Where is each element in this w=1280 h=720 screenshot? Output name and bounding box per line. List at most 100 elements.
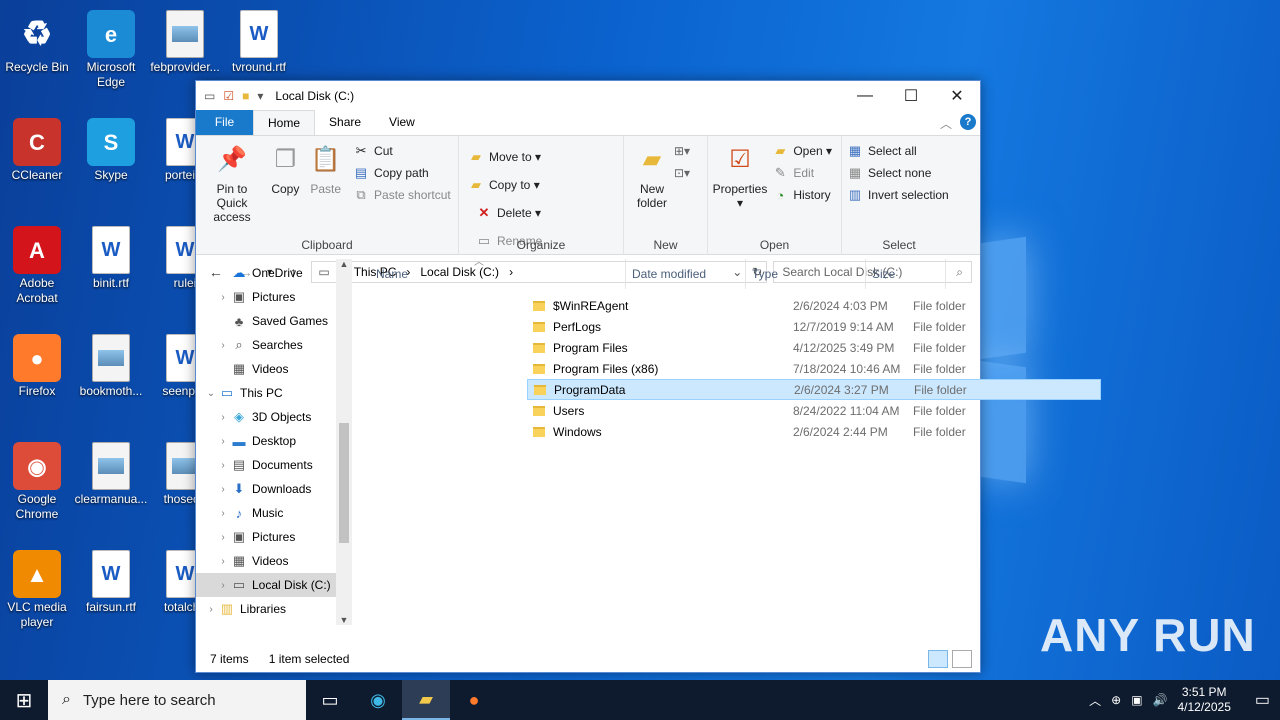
tab-file[interactable]: File — [196, 110, 253, 135]
desktop-icon-clearmanua[interactable]: clearmanua... — [74, 436, 148, 507]
easy-access-icon[interactable]: ⊡▾ — [674, 166, 690, 180]
collapsed-chevron-icon[interactable]: › — [216, 556, 230, 567]
nav-item-3d-objects[interactable]: › ◈ 3D Objects — [196, 405, 352, 429]
show-hidden-icons-icon[interactable]: ︿ — [1089, 692, 1101, 709]
collapsed-chevron-icon[interactable]: › — [216, 484, 230, 495]
nav-item-videos[interactable]: › ▦ Videos — [196, 549, 352, 573]
taskbar-search-input[interactable]: ⌕ Type here to search — [48, 680, 306, 720]
invert-selection-button[interactable]: ▥ Invert selection — [846, 184, 952, 206]
start-button[interactable]: ⊞ — [0, 680, 48, 720]
edit-button[interactable]: ✎ Edit — [771, 162, 832, 184]
desktop-icon-fairsun-rtf[interactable]: Wfairsun.rtf — [74, 544, 148, 615]
nav-item-desktop[interactable]: › ▬ Desktop — [196, 429, 352, 453]
new-folder-button[interactable]: ▰ New folder — [632, 140, 672, 211]
nav-item-onedrive[interactable]: ☁ OneDrive — [196, 261, 352, 285]
security-icon[interactable]: ⊕ — [1111, 693, 1121, 707]
desktop-icon-tvround-rtf[interactable]: Wtvround.rtf — [222, 4, 296, 75]
nav-item-videos[interactable]: ▦ Videos — [196, 357, 352, 381]
copy-button[interactable]: ❐ Copy — [267, 140, 303, 197]
help-icon[interactable]: ? — [960, 114, 976, 130]
open-button[interactable]: ▰ Open ▾ — [771, 140, 832, 162]
nav-item-documents[interactable]: › ▤ Documents — [196, 453, 352, 477]
clock[interactable]: 3:51 PM 4/12/2025 — [1177, 685, 1230, 715]
quick-access-dropdown-icon[interactable]: ▾ — [257, 89, 263, 103]
taskbar-file-explorer[interactable]: ▰ — [402, 680, 450, 720]
maximize-button[interactable]: ☐ — [888, 81, 934, 111]
select-all-button[interactable]: ▦ Select all — [846, 140, 952, 162]
desktop-icon-microsoft-edge[interactable]: e Microsoft Edge — [74, 4, 148, 90]
details-view-button[interactable] — [928, 650, 948, 668]
taskbar-edge[interactable]: ◉ — [354, 680, 402, 720]
desktop-icon-febprovider[interactable]: febprovider... — [148, 4, 222, 75]
tab-home[interactable]: Home — [253, 110, 316, 135]
large-icons-view-button[interactable] — [952, 650, 972, 668]
copy-path-button[interactable]: ▤ Copy path — [352, 162, 451, 184]
cut-button[interactable]: ✂ Cut — [352, 140, 451, 162]
collapsed-chevron-icon[interactable]: › — [216, 460, 230, 471]
tab-share[interactable]: Share — [315, 110, 375, 135]
nav-item-network[interactable]: ›⊞Network — [196, 621, 352, 627]
file-row[interactable]: ProgramData 2/6/2024 3:27 PM File folder — [527, 379, 1101, 400]
volume-icon[interactable]: 🔊 — [1153, 693, 1168, 707]
file-row[interactable]: Users 8/24/2022 11:04 AM File folder — [527, 400, 1101, 421]
file-row[interactable]: Program Files 4/12/2025 3:49 PM File folde… — [527, 337, 1101, 358]
move-to-button[interactable]: ▰ Move to ▾ — [467, 146, 541, 168]
nav-item-this-pc[interactable]: ⌄ ▭ This PC — [196, 381, 352, 405]
collapsed-chevron-icon[interactable]: › — [204, 604, 218, 615]
desktop-icon-binit-rtf[interactable]: Wbinit.rtf — [74, 220, 148, 291]
file-row[interactable]: $WinREAgent 2/6/2024 4:03 PM File folder — [527, 295, 1101, 316]
file-row[interactable]: PerfLogs 12/7/2019 9:14 AM File folder — [527, 316, 1101, 337]
select-none-button[interactable]: ▦ Select none — [846, 162, 952, 184]
expanded-chevron-icon[interactable]: ⌄ — [204, 388, 218, 399]
nav-item-pictures[interactable]: › ▣ Pictures — [196, 525, 352, 549]
taskbar-firefox[interactable]: ● — [450, 680, 498, 720]
nav-item-local-disk-c[interactable]: › ▭ Local Disk (C:) — [196, 573, 352, 597]
network-icon[interactable]: ▣ — [1131, 693, 1142, 707]
collapse-ribbon-icon[interactable]: ︿ — [940, 115, 952, 132]
nav-item-searches[interactable]: › ⌕ Searches — [196, 333, 352, 357]
task-view-button[interactable]: ▭ — [306, 680, 354, 720]
desktop-icon-bookmoth[interactable]: bookmoth... — [74, 328, 148, 399]
collapsed-chevron-icon[interactable]: › — [216, 580, 230, 591]
pin-quick-access-button[interactable]: 📌 Pin to Quick access — [200, 140, 264, 225]
collapsed-chevron-icon[interactable]: › — [216, 508, 230, 519]
history-button[interactable]: ◔ History — [771, 184, 832, 206]
nav-scrollbar[interactable]: ▲ ▼ — [336, 259, 352, 625]
column-name[interactable]: Name — [370, 259, 626, 289]
nav-item-libraries[interactable]: › ▥ Libraries — [196, 597, 352, 621]
collapsed-chevron-icon[interactable]: › — [216, 292, 230, 303]
desktop-icon-google-chrome[interactable]: ◉ Google Chrome — [0, 436, 74, 522]
paste-button[interactable]: 📋 Paste — [307, 140, 345, 197]
collapsed-chevron-icon[interactable]: › — [216, 436, 230, 447]
collapsed-chevron-icon[interactable]: › — [216, 532, 230, 543]
delete-button[interactable]: ✕ Delete ▾ — [475, 202, 542, 224]
nav-item-downloads[interactable]: › ⬇ Downloads — [196, 477, 352, 501]
desktop-icon-ccleaner[interactable]: C CCleaner — [0, 112, 74, 183]
collapsed-chevron-icon[interactable]: › — [216, 340, 230, 351]
desktop-icon-recycle-bin[interactable]: ♻ Recycle Bin — [0, 4, 74, 75]
properties-quick-icon[interactable]: ☑ — [223, 89, 234, 103]
notifications-icon[interactable]: ▭ — [1255, 690, 1270, 710]
file-row[interactable]: Program Files (x86) 7/18/2024 10:46 AM Fil… — [527, 358, 1101, 379]
desktop-icon-adobe-acrobat[interactable]: A Adobe Acrobat — [0, 220, 74, 306]
column-type[interactable]: Type — [746, 259, 866, 289]
nav-scrollbar-thumb[interactable] — [339, 423, 349, 543]
nav-item-saved-games[interactable]: ♣ Saved Games — [196, 309, 352, 333]
file-row[interactable]: Windows 2/6/2024 2:44 PM File folder — [527, 421, 1101, 442]
nav-item-music[interactable]: › ♪ Music — [196, 501, 352, 525]
paste-shortcut-button[interactable]: ⧉ Paste shortcut — [352, 184, 450, 206]
new-item-icon[interactable]: ⊞▾ — [674, 144, 690, 158]
desktop-icon-skype[interactable]: S Skype — [74, 112, 148, 183]
close-button[interactable]: ✕ — [934, 81, 980, 111]
copy-to-button[interactable]: ▰ Copy to ▾ — [467, 174, 541, 196]
column-size[interactable]: Size — [866, 259, 946, 289]
new-folder-quick-icon[interactable]: ■ — [242, 89, 249, 103]
minimize-button[interactable]: — — [842, 81, 888, 111]
collapsed-chevron-icon[interactable]: › — [216, 412, 230, 423]
desktop-icon-vlc-media-player[interactable]: ▲ VLC media player — [0, 544, 74, 630]
nav-item-pictures[interactable]: › ▣ Pictures — [196, 285, 352, 309]
tab-view[interactable]: View — [375, 110, 429, 135]
desktop-icon-firefox[interactable]: ● Firefox — [0, 328, 74, 399]
column-date-modified[interactable]: Date modified — [626, 259, 746, 289]
properties-button[interactable]: ☑ Properties ▾ — [712, 140, 768, 211]
